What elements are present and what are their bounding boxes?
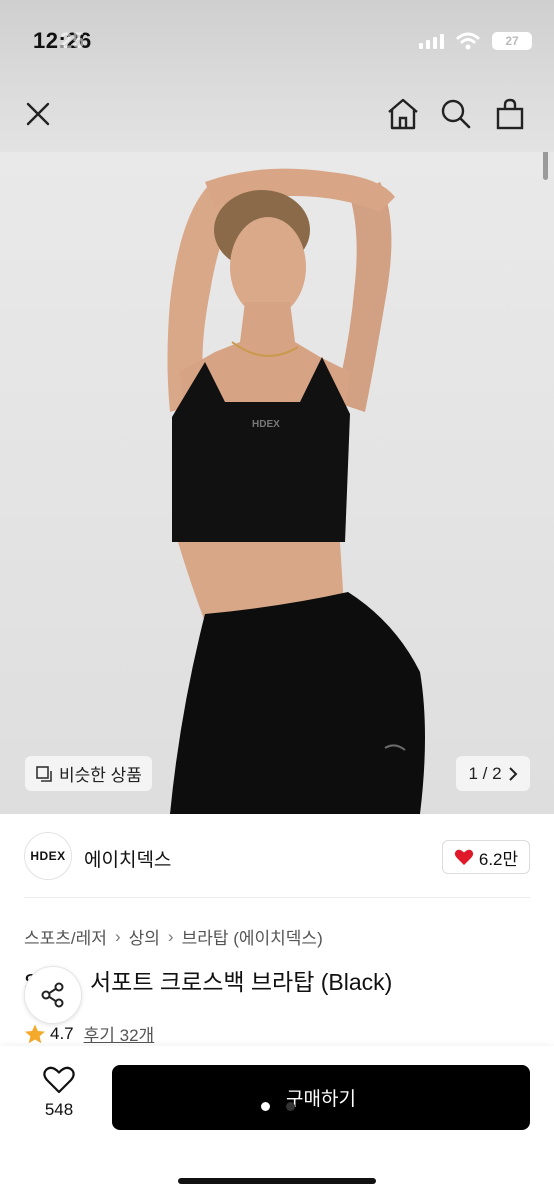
brand-logo-text: HDEX <box>30 849 66 863</box>
signal-icon <box>419 33 444 49</box>
image-pager-count: 1 / 2 <box>468 763 502 783</box>
shopping-bag-icon <box>496 98 524 130</box>
breadcrumb: 스포츠/레저 › 상의 › 브라탑 (에이치덱스) <box>24 924 323 949</box>
chevron-right-icon: › <box>114 926 121 946</box>
wishlist-button[interactable]: 548 <box>30 1066 88 1128</box>
battery-icon: 27 <box>492 32 532 50</box>
similar-products-label: 비슷한 상품 <box>59 766 142 785</box>
product-title: 서포트 크로스백 브라탑 (Black) <box>90 969 393 995</box>
home-icon <box>388 98 418 130</box>
product-photo: HDEX <box>167 168 425 814</box>
top-area: 12:26 25 27 <box>0 0 554 152</box>
search-icon <box>441 99 471 129</box>
search-button[interactable] <box>436 94 476 134</box>
close-button[interactable] <box>18 94 58 134</box>
brand-logo[interactable]: HDEX <box>24 832 72 880</box>
close-icon <box>26 102 50 126</box>
share-button[interactable] <box>24 966 82 1024</box>
divider <box>24 897 530 898</box>
similar-icon <box>36 765 52 782</box>
heart-filled-icon <box>454 849 473 865</box>
battery-level: 27 <box>505 34 519 48</box>
wishlist-count: 548 <box>44 1100 74 1119</box>
status-icons: 27 <box>419 32 532 50</box>
buy-button[interactable]: 구매하기 <box>112 1065 530 1130</box>
product-image-logo: HDEX <box>252 419 280 430</box>
heart-outline-icon <box>43 1066 75 1094</box>
home-button[interactable] <box>383 94 423 134</box>
breadcrumb-item-sports[interactable]: 스포츠/레저 <box>24 924 107 949</box>
buy-button-label: 구매하기 <box>286 1089 356 1110</box>
image-pager[interactable]: 1 / 2 <box>456 756 530 791</box>
brand-name[interactable]: 에이치덱스 <box>84 845 171 872</box>
breadcrumb-item-bra-top[interactable]: 브라탑 (에이치덱스) <box>182 924 323 949</box>
rating-row: 4.7 후기 32개 <box>24 1021 154 1046</box>
similar-products-button[interactable]: 비슷한 상품 <box>25 756 152 791</box>
scrollbar[interactable] <box>543 152 548 180</box>
recording-dot <box>286 1102 295 1111</box>
breadcrumb-item-tops[interactable]: 상의 <box>129 924 160 949</box>
share-icon <box>41 982 64 1008</box>
review-link[interactable]: 후기 32개 <box>84 1021 155 1046</box>
brand-like-count: 6.2만 <box>478 849 519 869</box>
wifi-icon <box>456 32 480 50</box>
home-indicator[interactable] <box>178 1178 376 1184</box>
product-image[interactable]: HDEX <box>0 152 554 814</box>
recording-dot <box>261 1102 270 1111</box>
chevron-right-icon: › <box>167 926 174 946</box>
chevron-right-icon <box>508 766 517 781</box>
star-icon <box>25 1024 45 1043</box>
status-time-ghost: 25 <box>60 28 85 53</box>
rating-value: 4.7 <box>50 1023 74 1043</box>
cart-button[interactable] <box>490 94 530 134</box>
brand-like-button[interactable]: 6.2만 <box>442 840 530 874</box>
